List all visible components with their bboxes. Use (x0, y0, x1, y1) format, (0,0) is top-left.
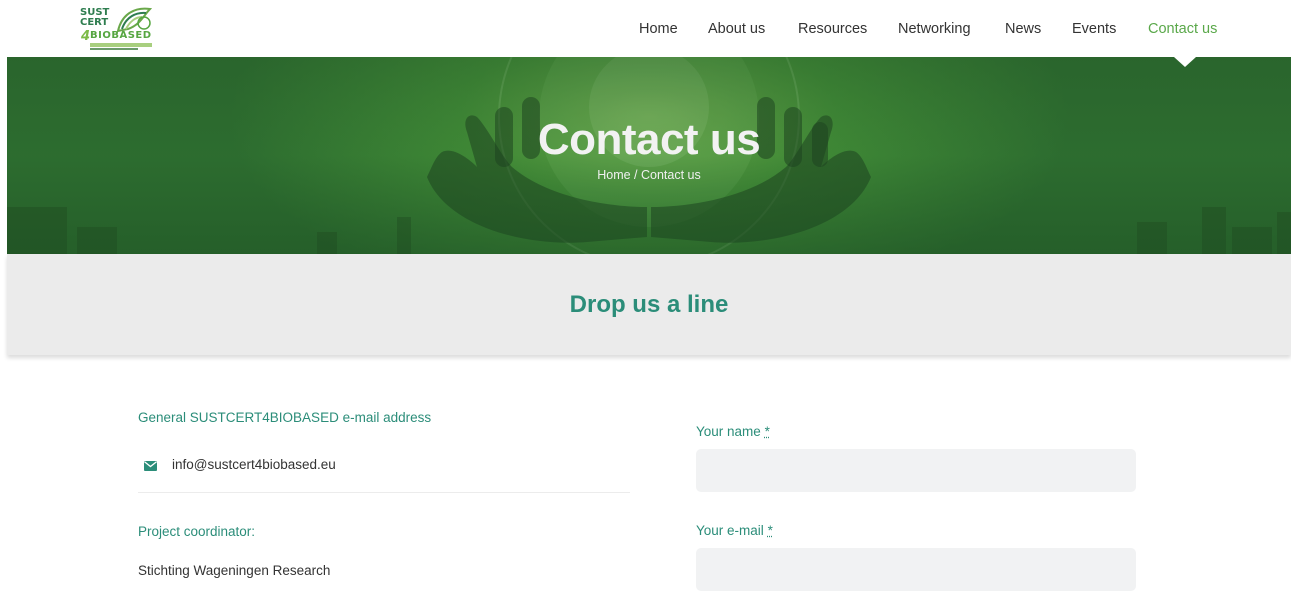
nav-about-us[interactable]: About us (708, 21, 765, 37)
nav-events[interactable]: Events (1072, 21, 1116, 37)
coordinator-organization: Stichting Wageningen Research (138, 563, 330, 578)
nav-resources[interactable]: Resources (798, 21, 867, 37)
drop-us-a-line-band: Drop us a line (7, 254, 1291, 355)
email-field-label: Your e-mail * (696, 523, 773, 538)
nav-contact-us[interactable]: Contact us (1148, 21, 1217, 37)
envelope-icon (144, 461, 157, 471)
breadcrumb: Home / Contact us (7, 168, 1291, 182)
required-marker: * (768, 523, 773, 538)
breadcrumb-separator: / (631, 168, 641, 182)
breadcrumb-home-link[interactable]: Home (597, 168, 630, 182)
email-label-text: Your e-mail (696, 523, 764, 538)
project-coordinator-heading: Project coordinator: (138, 524, 255, 539)
general-email-heading: General SUSTCERT4BIOBASED e-mail address (138, 410, 431, 425)
site-header: SUST CERT 4 BIOBASED Home About us Resou… (0, 0, 1291, 57)
breadcrumb-current: Contact us (641, 168, 701, 182)
nav-networking[interactable]: Networking (898, 21, 971, 37)
hero-banner: Contact us Home / Contact us (7, 57, 1291, 254)
required-marker: * (765, 424, 770, 439)
nav-news[interactable]: News (1005, 21, 1041, 37)
name-input[interactable] (696, 449, 1136, 492)
page-title: Contact us (7, 115, 1291, 165)
contact-email-link[interactable]: info@sustcert4biobased.eu (172, 457, 336, 472)
name-field-label: Your name * (696, 424, 770, 439)
active-nav-indicator (1174, 57, 1196, 67)
divider (138, 492, 630, 493)
email-input[interactable] (696, 548, 1136, 591)
name-label-text: Your name (696, 424, 761, 439)
logo-tagline-bar (90, 43, 152, 47)
section-title: Drop us a line (7, 291, 1291, 319)
logo-tagline-bar-2 (90, 48, 138, 50)
nav-home[interactable]: Home (639, 21, 678, 37)
main-nav: Home About us Resources Networking News … (0, 21, 1291, 41)
